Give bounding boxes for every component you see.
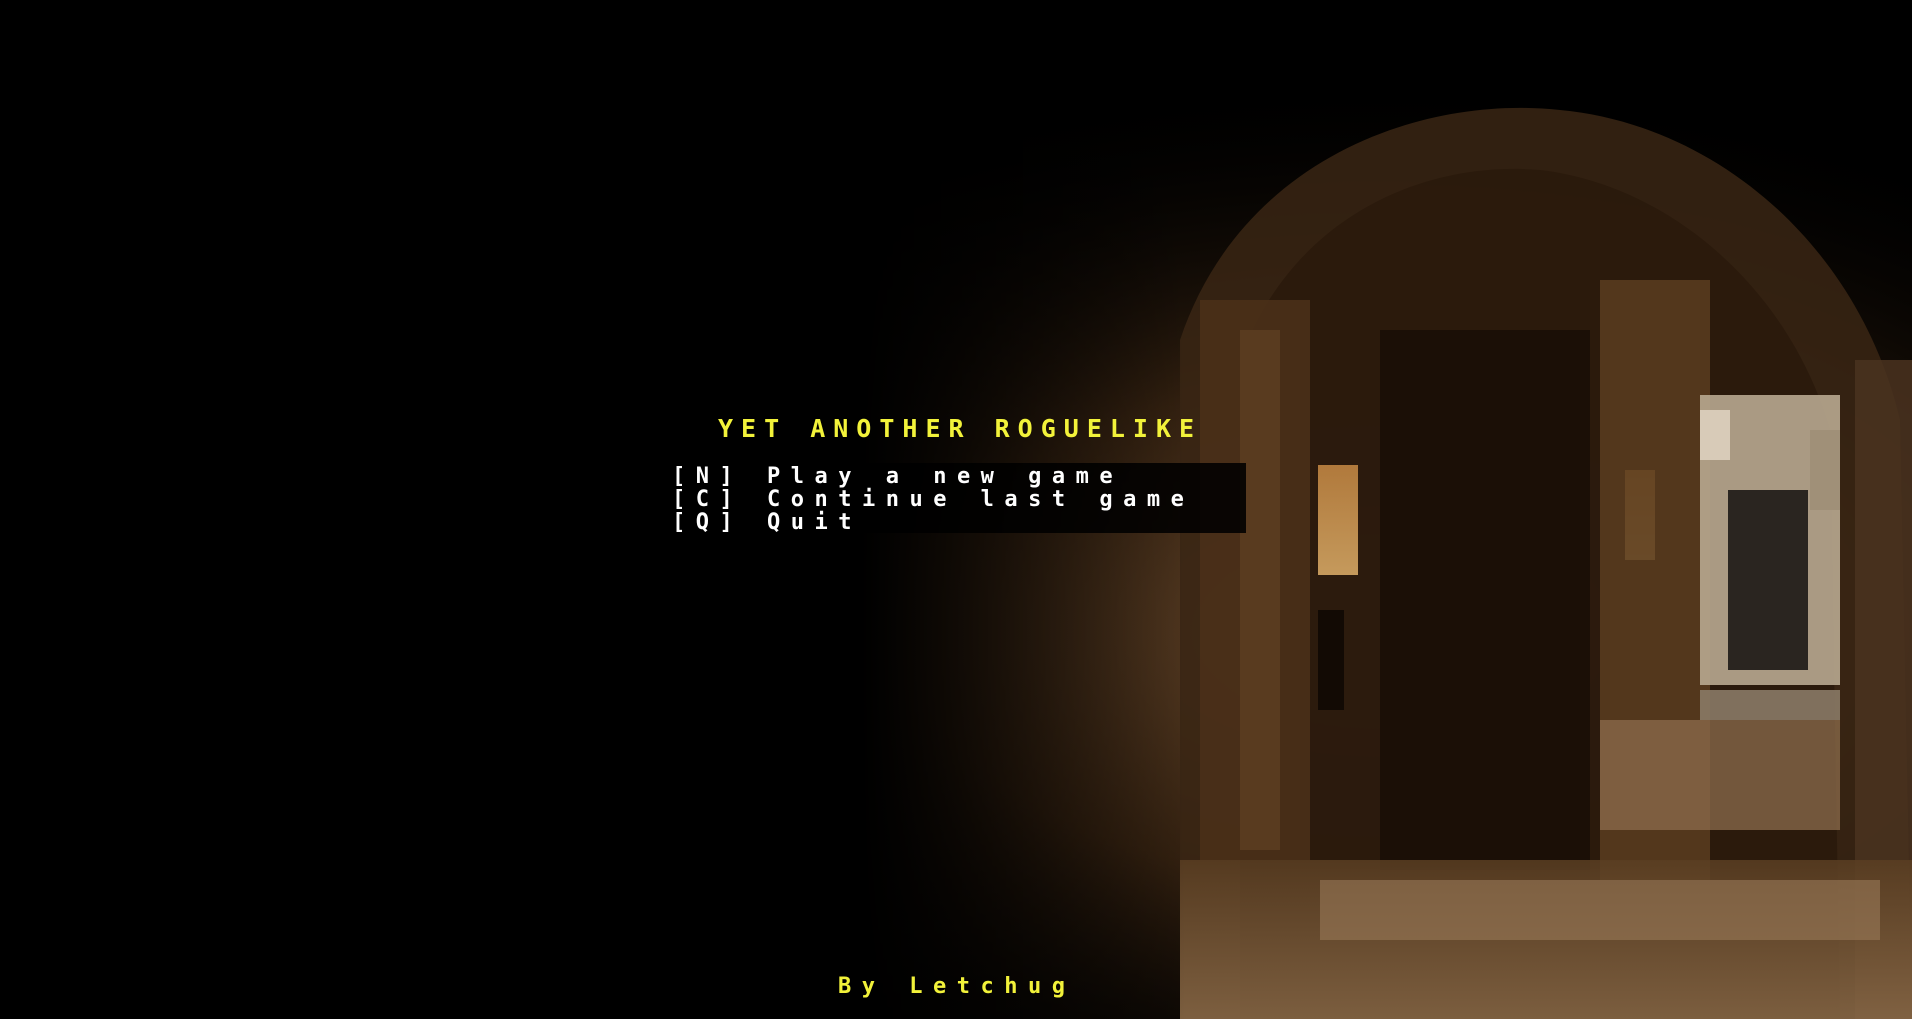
menu-quit[interactable]: [Q] Quit (672, 512, 862, 534)
title-screen: YET ANOTHER ROGUELIKE [N] Play a new gam… (0, 0, 1912, 1019)
menu-continue-game[interactable]: [C] Continue last game (672, 489, 1194, 511)
author-credit: By Letchug (838, 974, 1076, 999)
menu-new-game[interactable]: [N] Play a new game (672, 466, 1123, 488)
game-title: YET ANOTHER ROGUELIKE (718, 414, 1203, 443)
